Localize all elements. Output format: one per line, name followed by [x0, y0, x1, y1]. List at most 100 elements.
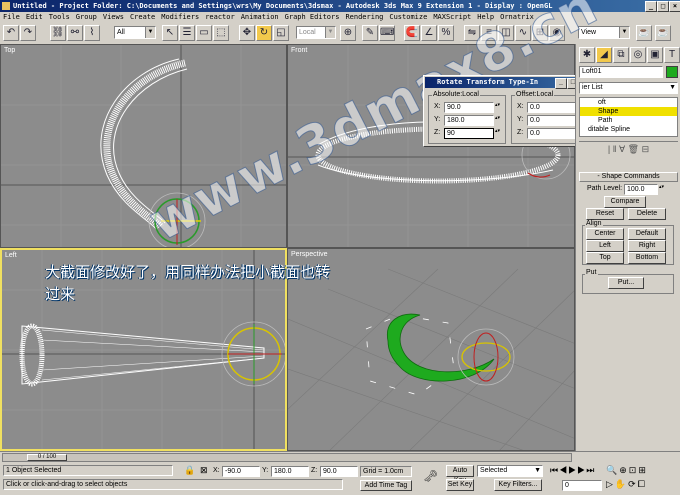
menu-file[interactable]: File [3, 13, 20, 21]
ref-coord-dropdown[interactable]: Local ▼ [296, 26, 336, 39]
render-scene-icon[interactable]: ☕ [636, 25, 652, 41]
menu-views[interactable]: Views [103, 13, 124, 21]
center-button[interactable]: Center [586, 228, 624, 240]
goto-start-icon[interactable]: ⏮ [550, 465, 559, 475]
make-unique-icon[interactable]: ∀ [619, 144, 625, 154]
maximize-viewport-icon[interactable]: ⧠ [638, 479, 647, 489]
lock-selection-icon[interactable]: 🔒 [184, 465, 195, 476]
spinner-icon[interactable]: ▴▾ [495, 116, 500, 125]
fov-icon[interactable]: ▷ [606, 479, 615, 489]
zoom-icon[interactable]: 🔍 [606, 465, 619, 475]
menu-animation[interactable]: Animation [241, 13, 279, 21]
motion-tab-icon[interactable]: ◎ [630, 47, 646, 63]
zoom-extents-all-icon[interactable]: ⊞ [638, 465, 648, 475]
absolute-mode-icon[interactable]: ⊠ [200, 465, 208, 476]
zoom-extents-icon[interactable]: ⊡ [629, 465, 639, 475]
display-tab-icon[interactable]: ▣ [647, 47, 663, 63]
select-by-name-icon[interactable]: ☰ [179, 25, 195, 41]
scale-icon[interactable]: ◱ [273, 25, 289, 41]
put-button[interactable]: Put... [608, 277, 644, 289]
off-z-field[interactable]: 0.0 [527, 128, 577, 139]
object-color-swatch[interactable] [666, 66, 678, 78]
off-x-field[interactable]: 0.0 [527, 102, 577, 113]
next-frame-icon[interactable]: ▶ [577, 465, 586, 475]
hierarchy-tab-icon[interactable]: ⧉ [613, 47, 629, 63]
delete-button[interactable]: Delete [628, 208, 666, 220]
prev-frame-icon[interactable]: ◀ [559, 465, 568, 475]
y-coord-field[interactable]: 180.0 [271, 466, 309, 477]
auto-key-button[interactable]: Auto Key [446, 465, 474, 484]
abs-x-field[interactable]: 90.0 [444, 102, 494, 113]
arc-rotate-icon[interactable]: ⟳ [628, 479, 638, 489]
bottom-button[interactable]: Bottom [628, 252, 666, 264]
zoom-all-icon[interactable]: ⊕ [619, 465, 629, 475]
maximize-button[interactable]: □ [657, 1, 669, 12]
create-tab-icon[interactable]: ✱ [579, 47, 595, 63]
redo-icon[interactable]: ↷ [20, 25, 36, 41]
pin-stack-icon[interactable]: | [608, 144, 610, 154]
default-button[interactable]: Default [628, 228, 666, 240]
angle-snap-icon[interactable]: ∠ [421, 25, 437, 41]
x-coord-field[interactable]: -90.0 [222, 466, 260, 477]
pan-icon[interactable]: ✋ [615, 479, 628, 489]
modify-tab-icon[interactable]: ◢ [596, 47, 612, 63]
menu-rendering[interactable]: Rendering [345, 13, 383, 21]
stack-item-shape[interactable]: Shape [580, 107, 677, 116]
rectangular-selection-icon[interactable]: ▭ [196, 25, 212, 41]
menu-maxscript[interactable]: MAXScript [433, 13, 471, 21]
key-icon[interactable]: 🗝 [423, 469, 438, 483]
menu-reactor[interactable]: reactor [205, 13, 235, 21]
select-object-icon[interactable]: ↖ [162, 25, 178, 41]
pivot-center-icon[interactable]: ⊕ [340, 25, 356, 41]
menu-customize[interactable]: Customize [389, 13, 427, 21]
unlink-icon[interactable]: ⚯ [67, 25, 83, 41]
close-button[interactable]: × [669, 1, 680, 12]
menu-edit[interactable]: Edit [26, 13, 43, 21]
stack-item-path[interactable]: Path [580, 116, 677, 125]
select-link-icon[interactable]: ⛓ [50, 25, 66, 41]
spinner-icon[interactable]: ▴▾ [495, 103, 500, 112]
set-key-button[interactable]: Set Key [446, 479, 474, 491]
dialog-minimize-button[interactable]: _ [555, 78, 567, 89]
select-manipulate-icon[interactable]: ✎ [362, 25, 378, 41]
abs-y-field[interactable]: 180.0 [444, 115, 494, 126]
menu-create[interactable]: Create [130, 13, 155, 21]
compare-button[interactable]: Compare [604, 196, 646, 208]
z-coord-field[interactable]: 90.0 [320, 466, 358, 477]
keyboard-shortcut-icon[interactable]: ⌨ [379, 25, 395, 41]
top-button[interactable]: Top [586, 252, 624, 264]
menu-modifiers[interactable]: Modifiers [161, 13, 199, 21]
snap-toggle-icon[interactable]: 🧲 [404, 25, 420, 41]
goto-end-icon[interactable]: ⏭ [586, 465, 595, 475]
undo-icon[interactable]: ↶ [3, 25, 19, 41]
bind-space-warp-icon[interactable]: ⌇ [84, 25, 100, 41]
path-level-field[interactable]: 100.0 [624, 184, 658, 195]
current-frame-field[interactable]: 0 [562, 480, 602, 491]
modifier-list-dropdown[interactable]: ier List ▼ [579, 82, 678, 94]
percent-snap-icon[interactable]: % [438, 25, 454, 41]
play-icon[interactable]: ▶ [568, 465, 577, 475]
stack-item-loft[interactable]: oft [580, 98, 677, 107]
frame-counter[interactable]: 0 / 100 [27, 454, 67, 461]
rotate-icon[interactable]: ↻ [256, 25, 272, 41]
shape-commands-rollout[interactable]: - Shape Commands [579, 172, 678, 182]
left-button[interactable]: Left [586, 240, 624, 252]
move-icon[interactable]: ✥ [239, 25, 255, 41]
reset-button[interactable]: Reset [586, 208, 624, 220]
menu-tools[interactable]: Tools [49, 13, 70, 21]
key-mode-dropdown[interactable]: Selected ▼ [477, 465, 543, 477]
key-filters-button[interactable]: Key Filters... [494, 479, 542, 491]
configure-sets-icon[interactable]: ⊟ [642, 144, 650, 154]
stack-item-editable-spline[interactable]: ditable Spline [580, 125, 677, 134]
off-y-field[interactable]: 0.0 [527, 115, 577, 126]
abs-z-field[interactable]: 90 [444, 128, 494, 139]
viewport-perspective[interactable]: Perspective [287, 248, 575, 451]
menu-group[interactable]: Group [76, 13, 97, 21]
right-button[interactable]: Right [628, 240, 666, 252]
quick-render-icon[interactable]: ☕ [655, 25, 671, 41]
object-name-field[interactable]: Loft01 [579, 66, 663, 78]
spinner-icon[interactable]: ▴▾ [495, 129, 500, 138]
selection-filter-dropdown[interactable]: All ▼ [114, 26, 156, 39]
add-time-tag-button[interactable]: Add Time Tag [360, 480, 412, 491]
menu-graph-editors[interactable]: Graph Editors [285, 13, 340, 21]
